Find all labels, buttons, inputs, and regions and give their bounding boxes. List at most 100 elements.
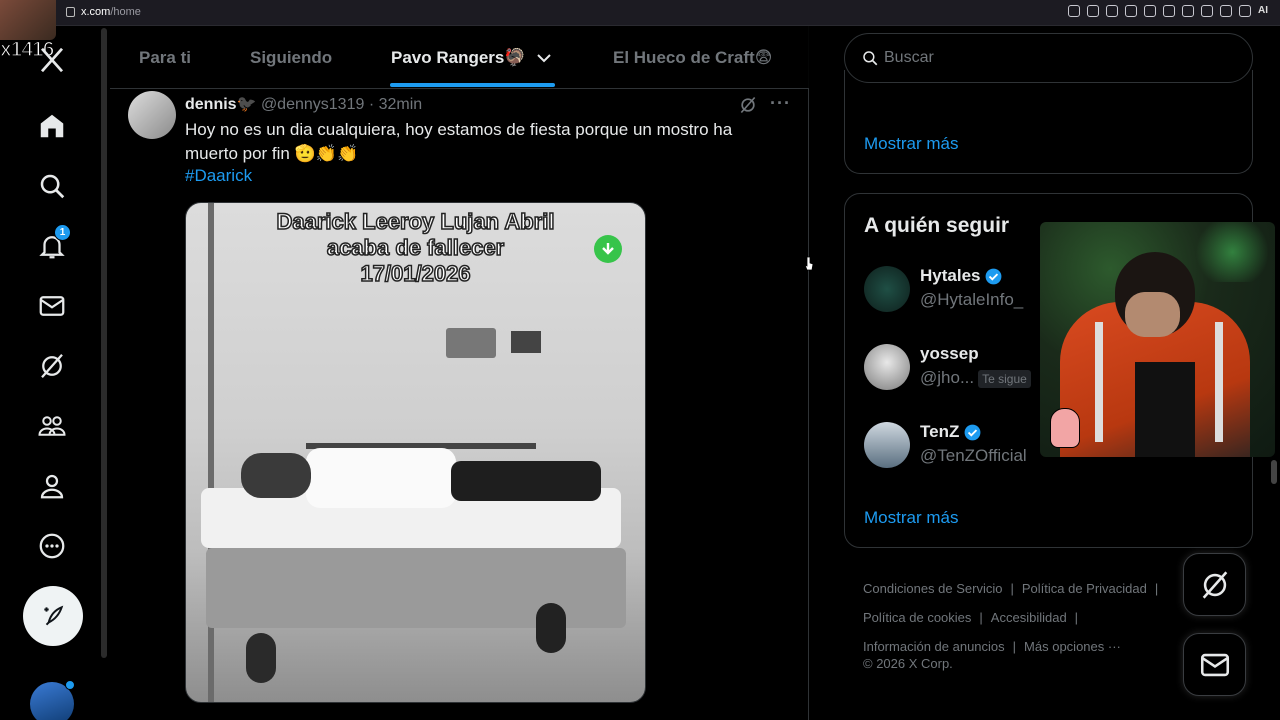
image-wheel [536, 603, 566, 653]
mouse-cursor-icon [804, 256, 814, 271]
address-bar[interactable]: x.com/home [66, 6, 141, 18]
image-wheel [246, 633, 276, 683]
download-icon[interactable] [1220, 5, 1232, 17]
webcam-light [1190, 222, 1275, 282]
follow-name[interactable]: TenZ [920, 422, 982, 442]
follow-handle: @TenZOfficial [920, 446, 1027, 465]
image-caption-line: Daarick Leeroy Lujan Abril [276, 208, 555, 235]
who-to-follow-show-more-link[interactable]: Mostrar más [864, 508, 958, 528]
footer-link-cookies[interactable]: Política de cookies [863, 610, 971, 625]
settings-icon[interactable] [1239, 5, 1251, 17]
messages-floating-button[interactable] [1183, 633, 1246, 696]
grok-floating-button[interactable] [1183, 553, 1246, 616]
webcam-reflective-stripe [1095, 322, 1103, 442]
webcam-shirt [1135, 362, 1195, 457]
tab-para-ti[interactable]: Para ti [139, 48, 191, 68]
post[interactable]: dennis🐦‍⬛ @dennys1319 · 32min ··· Hoy no… [110, 89, 809, 720]
bookmark-icon[interactable] [1087, 5, 1099, 17]
follow-name[interactable]: yossep [920, 344, 979, 364]
webcam-reflective-stripe [1215, 322, 1223, 442]
image-person-head [241, 453, 311, 498]
post-author-handle[interactable]: @dennys1319 [261, 96, 364, 113]
messages-icon[interactable] [32, 286, 72, 326]
footer-link-accessibility[interactable]: Accesibilidad [991, 610, 1067, 625]
image-caption-line: 17/01/2026 [360, 260, 472, 287]
follow-name-text: yossep [920, 344, 979, 363]
webcam-face [1125, 292, 1180, 337]
left-scrollbar[interactable] [101, 28, 107, 658]
timeline-column: Para ti Siguiendo Pavo Rangers🦃 El Hueco… [110, 26, 809, 720]
search-icon[interactable] [32, 166, 72, 206]
account-status-dot [65, 680, 75, 690]
follow-handle: @HytaleInfo_ [920, 290, 1024, 309]
download-icon[interactable] [594, 235, 622, 263]
browser-extensions: AI [1068, 5, 1268, 17]
x-logo-icon[interactable] [32, 40, 72, 80]
post-text: Hoy no es un dia cualquiera, hoy estamos… [185, 120, 733, 163]
url-path: /home [110, 6, 141, 18]
notifications-icon[interactable]: 1 [32, 224, 72, 266]
footer-link-more[interactable]: Más opciones ··· [1024, 639, 1121, 654]
play-icon[interactable] [1144, 5, 1156, 17]
grok-icon[interactable] [32, 346, 72, 386]
footer-link-terms[interactable]: Condiciones de Servicio [863, 581, 1002, 596]
shield-icon[interactable] [1125, 5, 1137, 17]
post-header: dennis🐦‍⬛ @dennys1319 · 32min [185, 94, 422, 114]
footer-link-ads-info[interactable]: Información de anuncios [863, 639, 1005, 654]
post-author-name[interactable]: dennis🐦‍⬛ [185, 96, 256, 113]
reader-icon[interactable] [1106, 5, 1118, 17]
follow-name[interactable]: Hytales [920, 266, 1003, 286]
trends-show-more-link[interactable]: Mostrar más [864, 134, 958, 154]
url-host: x.com [81, 6, 111, 18]
more-icon[interactable] [32, 526, 72, 566]
grok-icon[interactable] [738, 95, 758, 115]
lock-icon [66, 7, 75, 17]
footer-link-privacy[interactable]: Política de Privacidad [1022, 581, 1147, 596]
image-wall-device [511, 331, 541, 353]
verified-badge-icon [986, 268, 1002, 284]
follow-avatar[interactable] [864, 266, 910, 312]
browser-toolbar: x.com/home AI [0, 0, 1280, 26]
verified-badge-icon [964, 424, 981, 440]
feather-plus-icon [44, 605, 64, 626]
tab-siguiendo[interactable]: Siguiendo [250, 48, 332, 68]
who-to-follow-title: A quién seguir [864, 214, 1010, 237]
grok-icon [1202, 570, 1227, 599]
active-tab-indicator [390, 83, 555, 87]
footer-links: Condiciones de Servicio | Política de Priv… [863, 581, 1159, 654]
chevron-down-icon[interactable] [536, 50, 552, 66]
compose-post-button[interactable] [23, 586, 83, 646]
follow-avatar[interactable] [864, 344, 910, 390]
post-author-avatar[interactable] [128, 91, 176, 139]
image-caption-line: acaba de fallecer [326, 234, 505, 261]
tab-pavo-rangers[interactable]: Pavo Rangers🦃 [391, 48, 526, 68]
follow-handle-text: @jho... [920, 368, 975, 387]
home-icon[interactable] [32, 106, 72, 146]
image-wall-panel [446, 328, 496, 358]
trends-card: Mostrar más [844, 70, 1253, 174]
copyright: © 2026 X Corp. [863, 656, 953, 671]
notification-badge: 1 [54, 224, 71, 241]
post-timestamp[interactable]: 32min [379, 96, 423, 113]
right-scrollbar[interactable] [1271, 460, 1277, 484]
follow-avatar[interactable] [864, 422, 910, 468]
post-meta-separator: · [368, 96, 375, 113]
post-image[interactable]: Daarick Leeroy Lujan Abril acaba de fall… [185, 202, 646, 703]
timeline-tabs: Para ti Siguiendo Pavo Rangers🦃 El Hueco… [110, 26, 809, 89]
follow-name-text: Hytales [920, 266, 981, 285]
pig-sticker [1050, 408, 1080, 448]
more-options-icon[interactable]: ··· [770, 93, 791, 114]
ai-button[interactable]: AI [1258, 5, 1268, 17]
extensions-icon[interactable] [1182, 5, 1194, 17]
follow-handle: @jho... Te sigue [920, 368, 1031, 388]
tab-el-hueco-de-craft[interactable]: El Hueco de Craft😨 [613, 48, 772, 68]
profile-icon[interactable] [32, 466, 72, 506]
zoom-icon[interactable] [1068, 5, 1080, 17]
post-hashtag[interactable]: #Daarick [185, 166, 252, 186]
communities-icon[interactable] [32, 406, 72, 446]
search-icon [863, 51, 878, 66]
image-person-pants [451, 461, 601, 501]
follow-name-text: TenZ [920, 422, 960, 441]
share-icon[interactable] [1201, 5, 1213, 17]
heart-icon[interactable] [1163, 5, 1175, 17]
